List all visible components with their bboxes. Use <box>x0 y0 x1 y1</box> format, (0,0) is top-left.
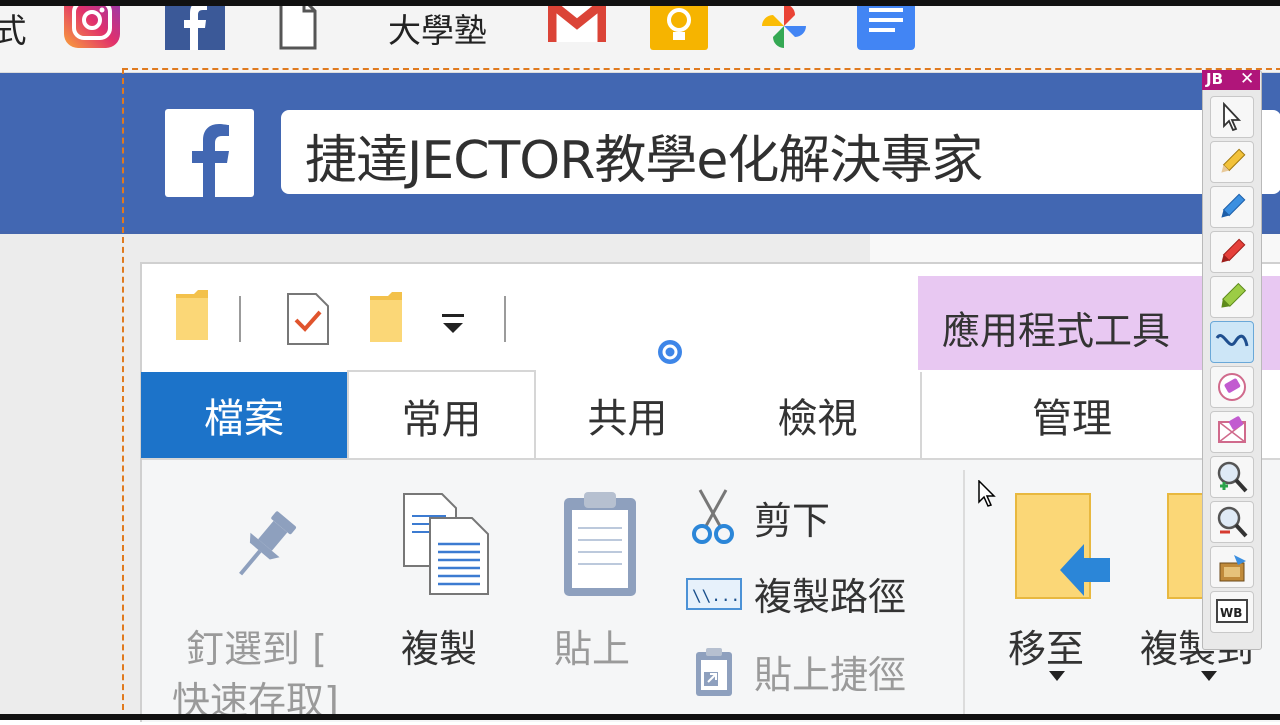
docs-icon[interactable] <box>857 6 915 50</box>
zoom-out-icon[interactable] <box>1210 501 1254 543</box>
clear-icon[interactable] <box>1210 411 1254 453</box>
bookmark-site[interactable]: 大學塾 <box>370 6 505 50</box>
svg-text:\\...: \\... <box>692 586 740 605</box>
pen-blue-icon[interactable] <box>1210 186 1254 228</box>
facebook-icon[interactable] <box>165 6 225 50</box>
whiteboard-icon[interactable]: WB <box>1210 591 1254 633</box>
scissors-icon <box>690 488 736 550</box>
paste-button[interactable]: 貼上 <box>548 618 648 671</box>
document-icon[interactable] <box>278 6 318 50</box>
customize-dropdown-icon[interactable] <box>440 312 466 340</box>
tab-share-label: 共用 <box>587 396 668 442</box>
paste-shortcut-button[interactable]: 貼上捷徑 <box>750 644 940 697</box>
move-to-button[interactable]: 移至 <box>1000 618 1110 688</box>
tab-file[interactable]: 檔案 <box>141 372 347 458</box>
selection-border-top <box>122 68 1280 70</box>
copy-button[interactable]: 複製 <box>395 618 495 671</box>
copy-to-icon <box>1166 492 1207 606</box>
curve-icon[interactable] <box>1210 321 1254 363</box>
tab-manage-label: 管理 <box>1032 396 1112 442</box>
contextual-tab-label: 應用程式工具 <box>942 309 1171 353</box>
zoom-in-icon[interactable] <box>1210 456 1254 498</box>
tab-file-label: 檔案 <box>204 396 284 442</box>
tab-home[interactable]: 常用 <box>347 370 536 460</box>
paste-clipboard-icon <box>560 488 640 604</box>
move-to-dropdown-icon <box>1049 671 1065 681</box>
click-indicator-icon <box>656 338 684 366</box>
eraser-icon[interactable] <box>1210 366 1254 408</box>
copy-icon <box>400 492 492 600</box>
tab-home-label: 常用 <box>401 397 482 443</box>
copy-path-button[interactable]: 複製路徑 <box>750 566 940 619</box>
pin-quick-access-button[interactable]: 釘選到 [ 快速存取] <box>172 618 372 723</box>
bottom-border <box>0 714 1280 720</box>
pencil-yellow-icon[interactable] <box>1210 141 1254 183</box>
selection-border <box>122 68 124 720</box>
screenshot-icon[interactable] <box>1210 546 1254 588</box>
whiteboard-label: WB <box>1220 606 1242 620</box>
annotation-toolbar-close-icon[interactable]: ✕ <box>1240 69 1254 89</box>
facebook-logo-icon <box>165 109 254 197</box>
tab-view-label: 檢視 <box>777 396 858 442</box>
pin-label-line1: 釘選到 [ <box>186 627 327 671</box>
paste-shortcut-label: 貼上捷徑 <box>754 653 907 697</box>
bookmarks-bar: 式 大學塾 <box>0 6 1280 73</box>
bookmark-partial-text[interactable]: 式 <box>0 6 27 50</box>
paste-shortcut-icon <box>694 646 734 702</box>
annotation-toolbar-title: JB <box>1206 70 1224 88</box>
properties-check-icon[interactable] <box>286 292 330 350</box>
tab-share[interactable]: 共用 <box>535 372 720 458</box>
pin-icon <box>222 505 308 589</box>
toolbar-separator <box>239 296 241 342</box>
move-to-label: 移至 <box>1008 627 1085 671</box>
tab-manage[interactable]: 管理 <box>920 372 1222 458</box>
highlighter-green-icon[interactable] <box>1210 276 1254 318</box>
tab-view[interactable]: 檢視 <box>725 372 910 458</box>
ribbon-group-separator <box>963 470 965 720</box>
new-folder-icon[interactable] <box>366 292 406 350</box>
copy-path-label: 複製路徑 <box>754 575 907 619</box>
copy-path-icon: \\... <box>686 578 742 616</box>
move-to-icon <box>1014 492 1114 606</box>
cut-label: 剪下 <box>754 499 831 543</box>
toolbar-separator <box>504 296 506 342</box>
copy-label: 複製 <box>401 627 478 671</box>
instagram-icon[interactable] <box>62 6 122 50</box>
photos-icon[interactable] <box>755 6 813 50</box>
pen-red-icon[interactable] <box>1210 231 1254 273</box>
mouse-cursor-icon <box>978 479 996 512</box>
folder-icon[interactable] <box>172 290 212 348</box>
keep-icon[interactable] <box>650 6 708 50</box>
page-title: 捷達JECTOR教學e化解決專家 <box>305 131 983 191</box>
cut-button[interactable]: 剪下 <box>750 490 850 543</box>
copy-to-dropdown-icon <box>1201 671 1217 681</box>
paste-label: 貼上 <box>554 627 631 671</box>
pointer-icon[interactable] <box>1210 96 1254 138</box>
gmail-icon[interactable] <box>548 6 606 50</box>
